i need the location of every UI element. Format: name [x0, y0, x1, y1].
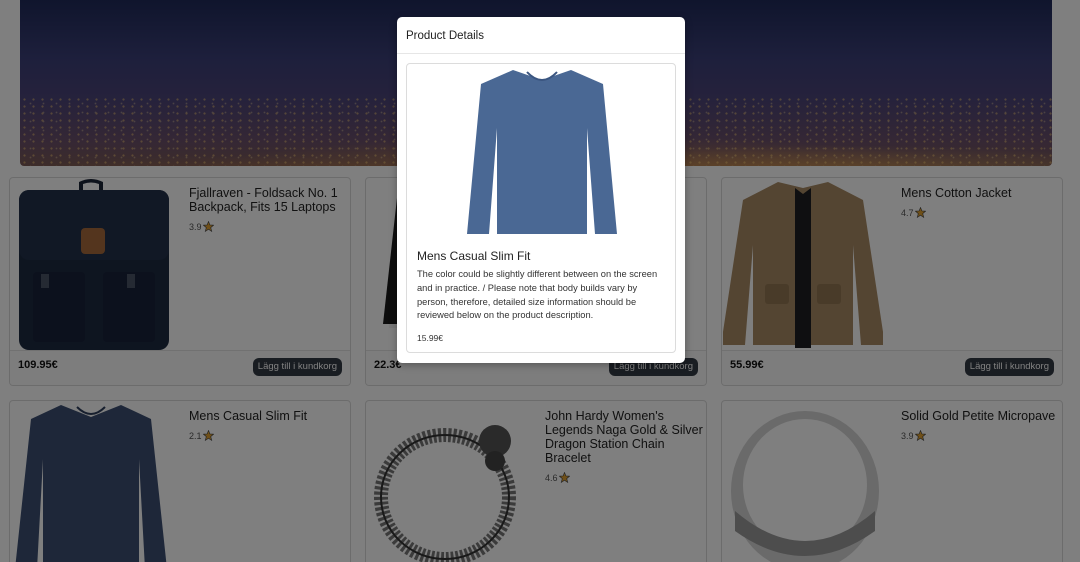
- modal-product-description: The color could be slightly different be…: [417, 269, 658, 321]
- modal-product-price: 15.99€: [417, 333, 443, 343]
- modal-product-card: Mens Casual Slim Fit The color could be …: [406, 63, 676, 353]
- modal-header: Product Details: [397, 17, 685, 54]
- modal-title: Product Details: [406, 30, 484, 42]
- modal-product-title: Mens Casual Slim Fit: [417, 249, 531, 263]
- product-details-modal: Product Details Mens Casual Slim Fit The…: [397, 17, 685, 363]
- slim-fit-shirt-image: [457, 64, 627, 242]
